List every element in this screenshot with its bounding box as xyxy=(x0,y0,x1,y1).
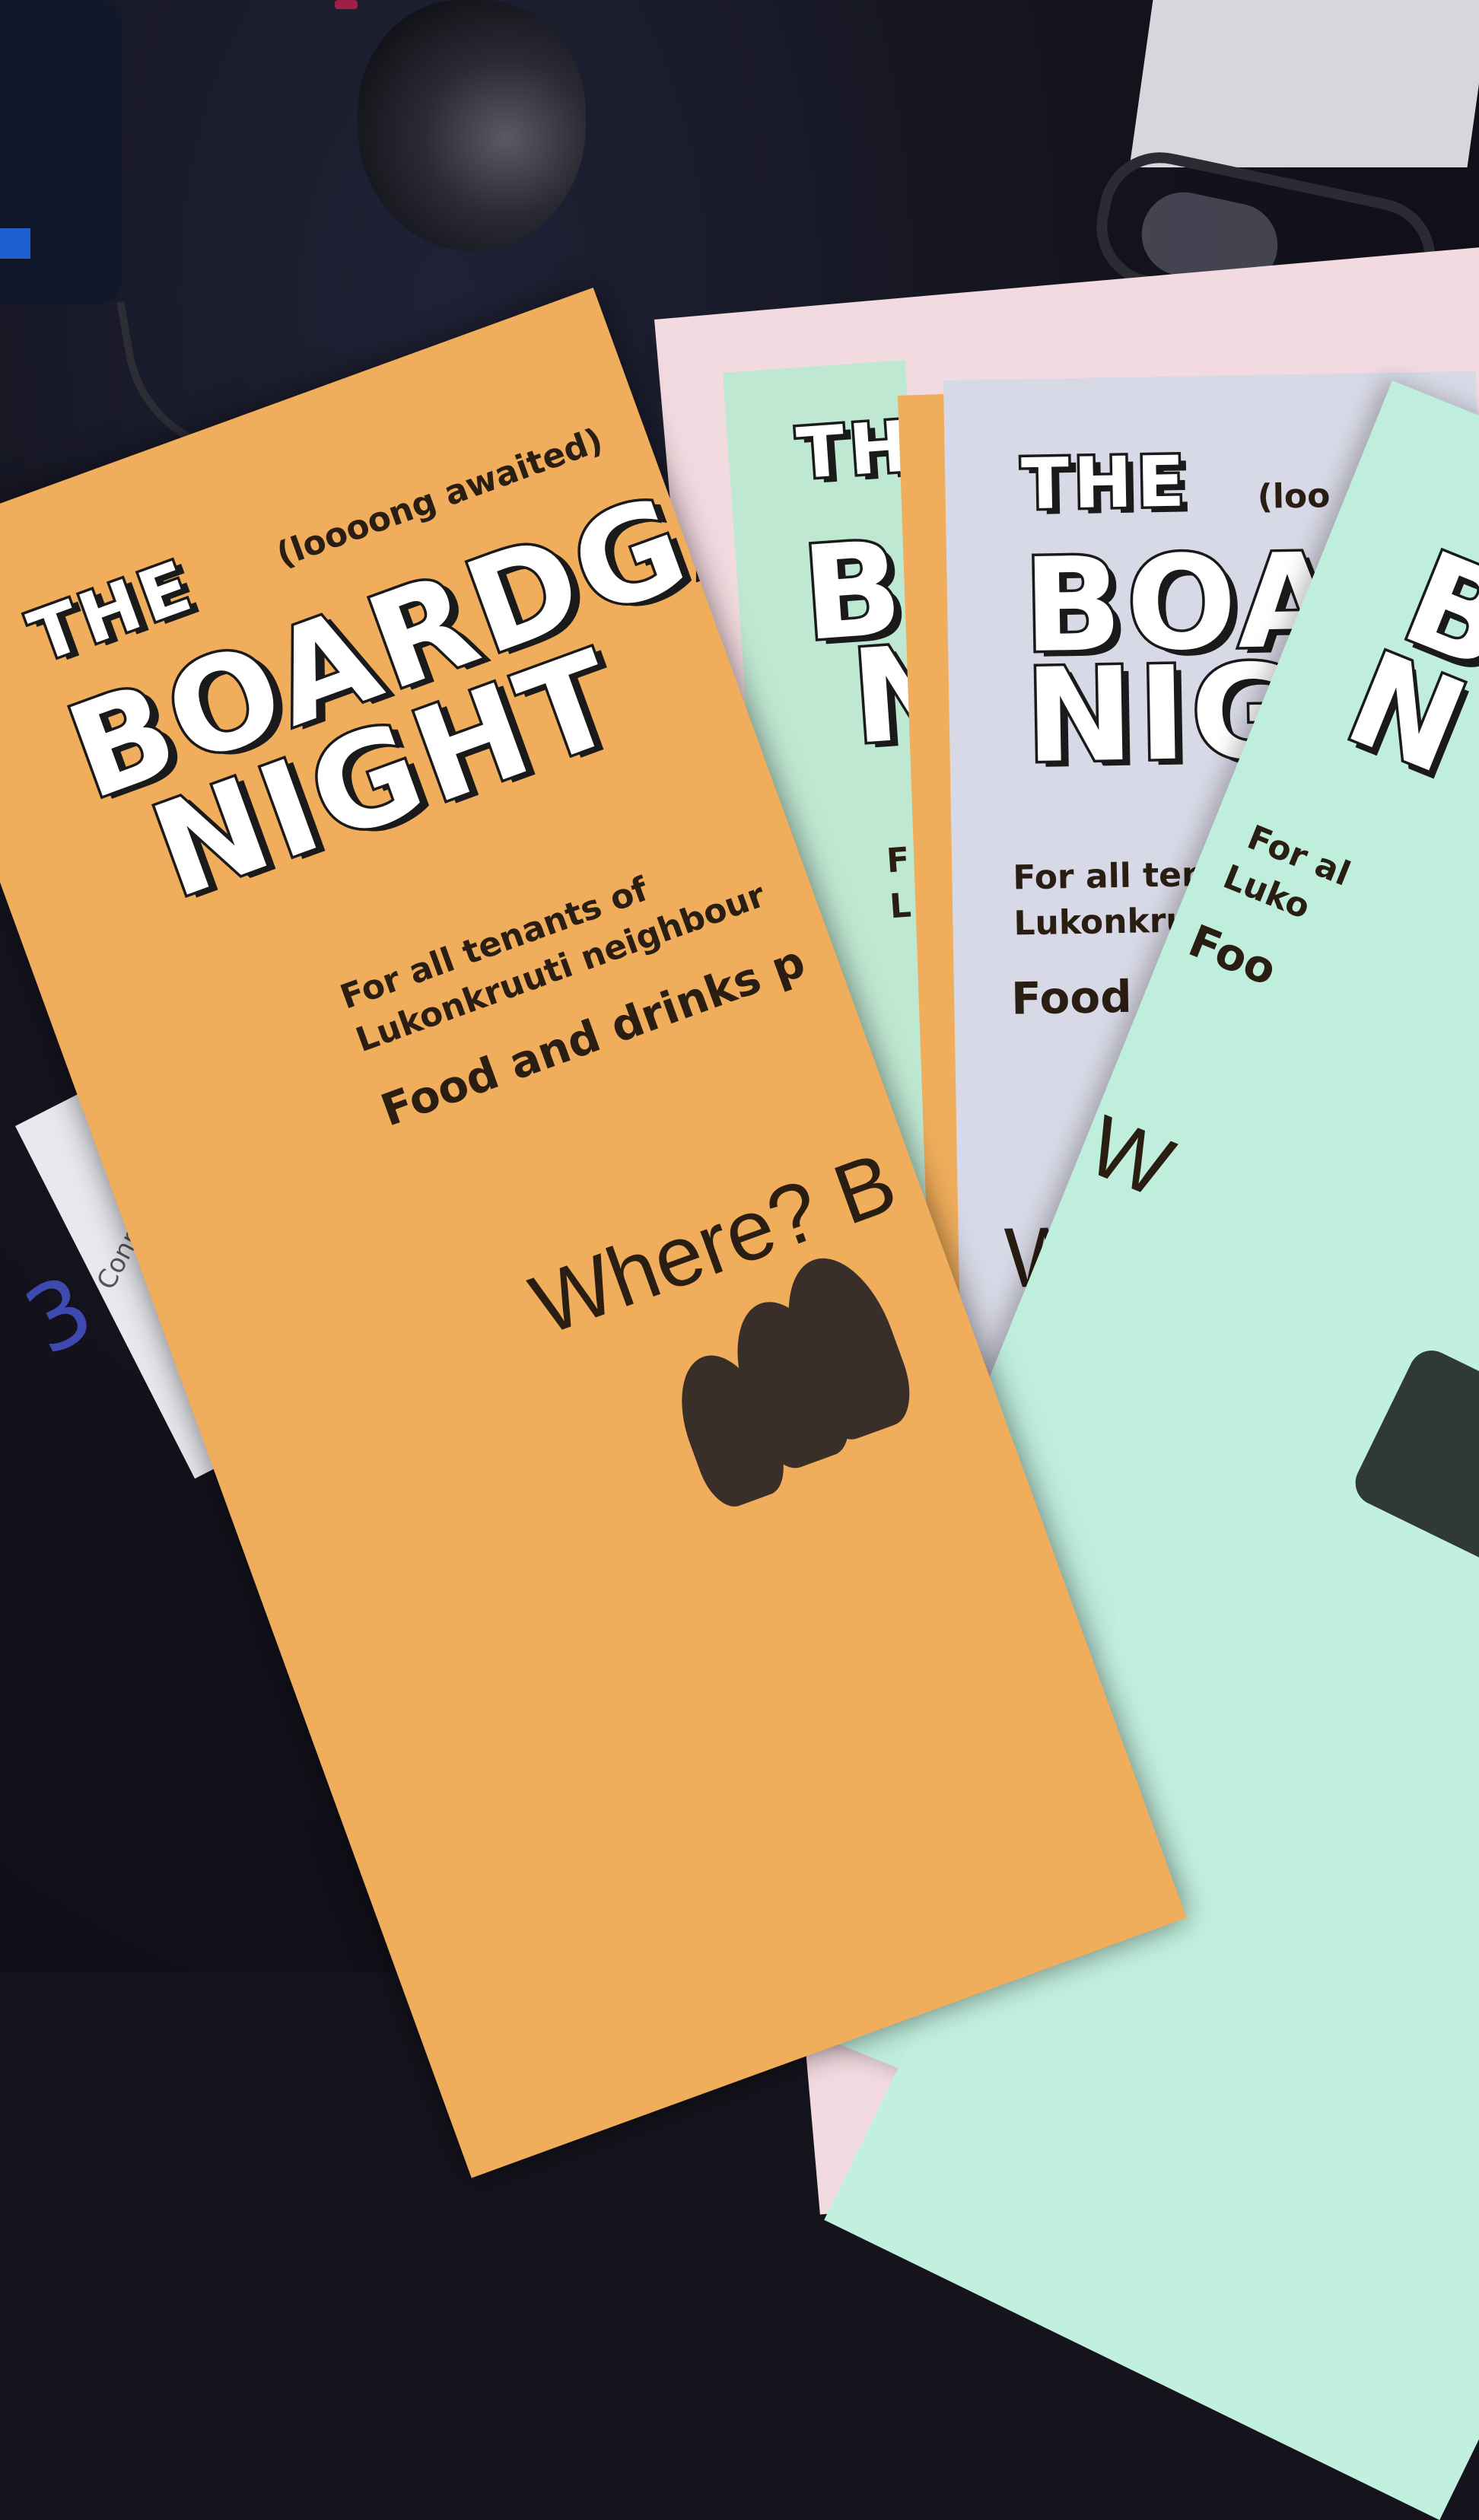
puzzle-piece-icon xyxy=(1347,1342,1479,1600)
paper-stack xyxy=(1129,0,1479,167)
flyer-food-line: Foo xyxy=(1182,914,1284,996)
monitor-edge xyxy=(0,0,122,304)
monitor-light xyxy=(0,228,30,259)
computer-mouse xyxy=(358,0,586,251)
flyer-tenants-line2: L xyxy=(888,886,913,927)
flyer-subtitle: (loo xyxy=(1257,476,1331,517)
flyer-the: TH xyxy=(791,402,918,497)
flyer-tenants-line1: F xyxy=(885,840,911,881)
flyer-the: THE xyxy=(1018,438,1192,528)
mouse-light xyxy=(335,0,358,9)
